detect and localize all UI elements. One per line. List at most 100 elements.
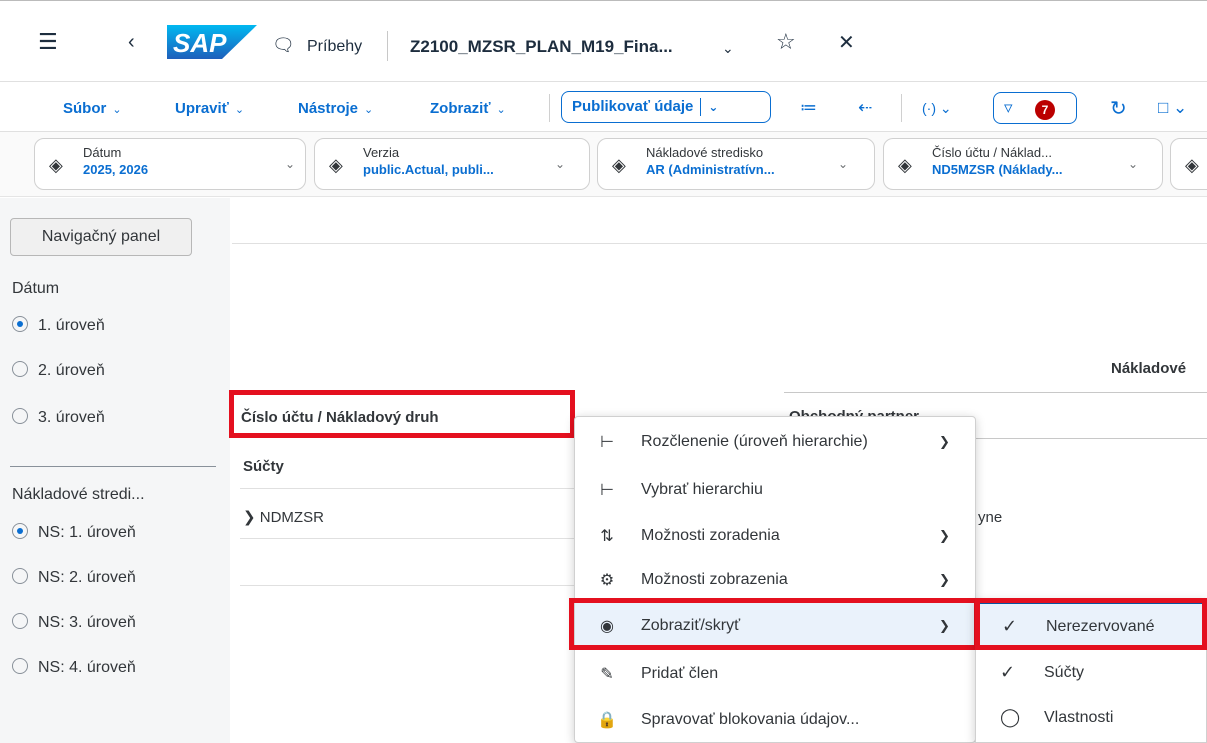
nav-group-title-cost-center: Nákladové stredi... (12, 486, 145, 503)
filter-value: public.Actual, publi... (363, 162, 494, 177)
filter-button[interactable]: ▿ 7 (993, 92, 1077, 124)
variables-icon[interactable]: (·) ⌄ (922, 100, 952, 117)
hierarchy-icon: ⊢ (600, 482, 614, 499)
cube-icon: ◈ (898, 155, 912, 175)
menu-item-select-hierarchy[interactable]: ⊢ Vybrať hierarchiu (575, 467, 975, 513)
menu-item-add-member[interactable]: ✎ Pridať člen (575, 651, 975, 697)
table-row[interactable]: ❯ NDMZSR (243, 508, 324, 526)
chevron-down-icon: ⌄ (1128, 157, 1139, 171)
column-header-cost-center: Nákladové (1111, 360, 1187, 377)
refresh-icon[interactable]: ↻ (1110, 96, 1127, 121)
menu-item-sort-options[interactable]: ⇅ Možnosti zoradenia ❯ (575, 513, 975, 559)
chevron-down-icon[interactable]: ⌄ (722, 37, 734, 59)
filter-label: Nákladové stredisko (646, 145, 764, 160)
hierarchy-icon: ⊢ (600, 434, 614, 451)
radio-cc-level-1[interactable]: NS: 1. úroveň (12, 523, 136, 542)
filter-label: Verzia (363, 145, 400, 160)
chevron-right-icon[interactable]: ❯ (243, 509, 256, 526)
radio-unselected (12, 568, 28, 584)
sort-icon: ⇅ (600, 528, 614, 545)
stories-icon: 🗨 (272, 35, 295, 55)
cube-icon: ◈ (612, 155, 626, 175)
filter-token-version[interactable]: ◈ Verzia public.Actual, publi... ⌄ (314, 138, 590, 190)
table-gridline (975, 438, 1207, 439)
divider (549, 94, 550, 122)
filter-label: Dátum (83, 145, 122, 160)
filter-token-more[interactable]: ◈ (1170, 138, 1207, 190)
radio-date-level-2[interactable]: 2. úroveň (12, 361, 105, 380)
highlight-box (569, 598, 979, 650)
cube-icon: ◈ (49, 155, 63, 175)
highlight-box (229, 390, 575, 438)
filter-token-account[interactable]: ◈ Číslo účtu / Náklad... ND5MZSR (Náklad… (883, 138, 1163, 190)
hamburger-menu-icon[interactable]: ☰ (38, 31, 58, 53)
submenu-item-totals[interactable]: ✓ Súčty (976, 650, 1206, 696)
table-gridline (240, 538, 580, 539)
chevron-down-icon: ⌄ (555, 157, 566, 171)
menu-tools[interactable]: Nástroje ⌄ (298, 100, 373, 117)
cube-icon: ◈ (329, 155, 343, 175)
filter-icon: ▿ (1004, 98, 1013, 117)
filter-count-badge: 7 (1035, 100, 1055, 120)
menu-item-drill[interactable]: ⊢ Rozčlenenie (úroveň hierarchie) ❯ (575, 419, 975, 465)
bookmark-icon[interactable]: □ ⌄ (1158, 98, 1187, 118)
radio-unselected (12, 658, 28, 674)
submenu-item-properties[interactable]: ◯ Vlastnosti (976, 695, 1206, 741)
filter-value: ND5MZSR (Náklady... (932, 162, 1063, 177)
add-member-icon: ✎ (600, 666, 614, 683)
divider (387, 31, 388, 61)
filter-label: Číslo účtu / Náklad... (932, 145, 1052, 160)
radio-cc-level-4[interactable]: NS: 4. úroveň (12, 658, 136, 677)
chevron-right-icon: ❯ (939, 528, 950, 543)
tag-icon: ◯ (1000, 707, 1021, 727)
navigation-panel: Navigačný panel Dátum 1. úroveň 2. úrove… (0, 198, 230, 743)
table-gridline (232, 243, 1207, 244)
radio-unselected (12, 613, 28, 629)
radio-unselected (12, 408, 28, 424)
menu-file[interactable]: Súbor ⌄ (63, 100, 122, 117)
divider (901, 94, 902, 122)
back-icon[interactable]: ‹ (128, 31, 135, 53)
menu-view[interactable]: Zobraziť ⌄ (430, 100, 506, 117)
filter-bar: ◈ Dátum 2025, 2026 ⌄ ◈ Verzia public.Act… (0, 132, 1207, 197)
table-gridline (240, 585, 580, 586)
filter-value: 2025, 2026 (83, 162, 149, 177)
radio-selected (12, 316, 28, 332)
publish-data-button[interactable]: Publikovať údaje ⌄ (561, 91, 771, 123)
star-icon[interactable]: ☆ (776, 31, 796, 53)
filter-line-icon[interactable]: ≔ (800, 98, 817, 118)
radio-unselected (12, 361, 28, 377)
cube-icon: ◈ (1185, 155, 1199, 175)
stories-label[interactable]: Príbehy (307, 38, 362, 56)
filter-token-date[interactable]: ◈ Dátum 2025, 2026 ⌄ (34, 138, 306, 190)
radio-cc-level-2[interactable]: NS: 2. úroveň (12, 568, 136, 587)
table-gridline (240, 488, 580, 489)
close-icon[interactable]: ✕ (838, 32, 855, 54)
table-gridline (784, 392, 1207, 393)
context-menu: ⊢ Rozčlenenie (úroveň hierarchie) ❯ ⊢ Vy… (574, 416, 976, 743)
lock-icon: 🔒 (597, 712, 617, 729)
radio-cc-level-3[interactable]: NS: 3. úroveň (12, 613, 136, 632)
story-title[interactable]: Z2100_MZSR_PLAN_M19_Fina... (410, 37, 673, 57)
chevron-down-icon: ⌄ (285, 157, 296, 171)
settings-icon: ⚙ (599, 572, 615, 589)
table-cell: yne (978, 509, 1003, 526)
highlight-box (975, 598, 1207, 650)
filter-token-cost-center[interactable]: ◈ Nákladové stredisko AR (Administratívn… (597, 138, 875, 190)
radio-date-level-3[interactable]: 3. úroveň (12, 408, 105, 427)
menu-edit[interactable]: Upraviť ⌄ (175, 100, 244, 117)
shell-bar: ☰ ‹ SAP 🗨 Príbehy Z2100_MZSR_PLAN_M19_Fi… (0, 0, 1207, 82)
sap-logo: SAP (167, 25, 257, 59)
divider (10, 466, 216, 467)
totals-header: Súčty (243, 458, 284, 475)
menu-item-manage-locks[interactable]: 🔒 Spravovať blokovania údajov... (575, 697, 975, 743)
checkmark-icon: ✓ (1000, 662, 1016, 682)
toolbar: Súbor ⌄ Upraviť ⌄ Nástroje ⌄ Zobraziť ⌄ Publ… (0, 82, 1207, 132)
navigation-panel-button[interactable]: Navigačný panel (10, 218, 192, 256)
menu-item-display-options[interactable]: ⚙ Možnosti zobrazenia ❯ (575, 557, 975, 603)
filter-value: AR (Administratívn... (646, 162, 775, 177)
nav-group-title-date: Dátum (12, 280, 60, 297)
chevron-right-icon: ❯ (939, 572, 950, 587)
share-icon[interactable]: ⇠ (858, 98, 872, 118)
radio-date-level-1[interactable]: 1. úroveň (12, 316, 105, 335)
